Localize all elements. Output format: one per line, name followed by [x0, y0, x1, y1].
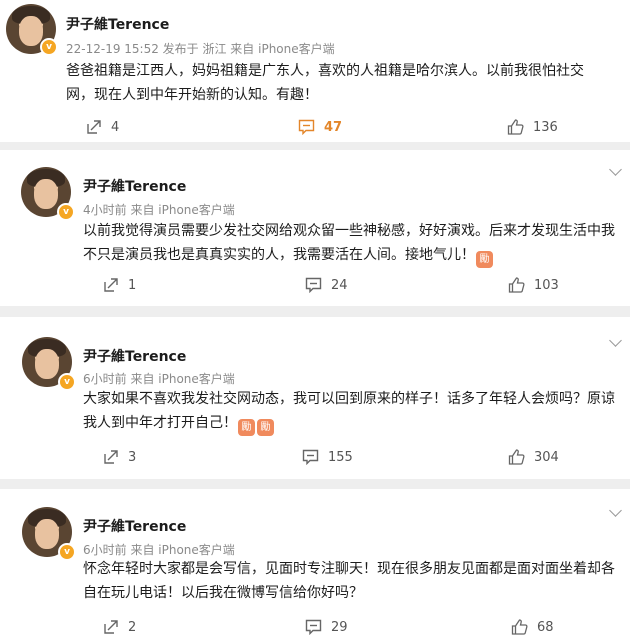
post-text: 大家如果不喜欢我发社交网动态，我可以回到原来的样子！话多了年轻人会烦吗？原谅 我… — [83, 387, 615, 436]
emoji-icon: 勵 — [476, 251, 493, 268]
repost-count: 1 — [128, 277, 137, 293]
weibo-post: v 尹子維Terence 6小时前 来自 iPhone客户端 大家如果不喜欢我发… — [0, 317, 630, 479]
repost-icon — [104, 620, 118, 634]
comment-count: 24 — [331, 277, 348, 293]
chevron-down-icon[interactable] — [609, 163, 622, 176]
repost-icon — [104, 278, 118, 292]
weibo-post: v 尹子維Terence 22-12-19 15:52 发布于 浙江 来自 iP… — [0, 0, 630, 142]
comment-count: 29 — [331, 619, 348, 635]
author-name[interactable]: 尹子維Terence — [66, 14, 169, 34]
verified-badge-icon: v — [57, 203, 75, 221]
like-count: 103 — [534, 277, 559, 293]
verified-badge-icon: v — [40, 38, 58, 56]
verified-badge-icon: v — [58, 543, 76, 561]
like-button[interactable]: 103 — [508, 277, 559, 293]
chevron-down-icon[interactable] — [609, 334, 622, 347]
emoji-icon: 勵 — [238, 419, 255, 436]
comment-icon — [302, 449, 319, 465]
comment-icon — [305, 277, 322, 293]
post-text: 怀念年轻时大家都是会写信，见面时专注聊天！现在很多朋友见面都是面对面坐着却各 自… — [83, 561, 615, 601]
comment-count: 47 — [324, 119, 343, 135]
emoji-icon: 勵 — [257, 419, 274, 436]
post-meta: 6小时前 来自 iPhone客户端 — [83, 372, 235, 386]
like-count: 68 — [537, 619, 554, 635]
repost-count: 4 — [111, 119, 120, 135]
weibo-post: v 尹子維Terence 6小时前 来自 iPhone客户端 怀念年轻时大家都是… — [0, 489, 630, 640]
comment-icon — [305, 619, 322, 635]
like-icon — [508, 277, 525, 293]
repost-icon — [104, 450, 118, 464]
repost-button[interactable]: 3 — [103, 449, 136, 465]
like-count: 304 — [534, 449, 559, 465]
like-button[interactable]: 68 — [511, 619, 554, 635]
like-count: 136 — [533, 119, 558, 135]
post-meta: 6小时前 来自 iPhone客户端 — [83, 543, 235, 557]
author-name[interactable]: 尹子維Terence — [83, 176, 186, 196]
like-icon — [508, 449, 525, 465]
author-name[interactable]: 尹子維Terence — [83, 346, 186, 366]
comment-button[interactable]: 29 — [305, 619, 348, 635]
author-name[interactable]: 尹子維Terence — [83, 516, 186, 536]
like-icon — [507, 119, 524, 135]
like-icon — [511, 619, 528, 635]
comment-button[interactable]: 24 — [305, 277, 348, 293]
post-meta: 4小时前 来自 iPhone客户端 — [83, 203, 235, 217]
repost-button[interactable]: 2 — [103, 619, 136, 635]
repost-count: 3 — [128, 449, 137, 465]
post-text: 爸爸祖籍是江西人，妈妈祖籍是广东人，喜欢的人祖籍是哈尔滨人。以前我很怕社交 网，… — [66, 63, 584, 103]
post-meta: 22-12-19 15:52 发布于 浙江 来自 iPhone客户端 — [66, 42, 335, 56]
comment-button[interactable]: 47 — [298, 119, 342, 135]
comment-icon — [298, 119, 315, 135]
chevron-down-icon[interactable] — [609, 504, 622, 517]
verified-badge-icon: v — [58, 373, 76, 391]
repost-count: 2 — [128, 619, 137, 635]
repost-button[interactable]: 1 — [103, 277, 136, 293]
weibo-post: v 尹子維Terence 4小时前 来自 iPhone客户端 以前我觉得演员需要… — [0, 150, 630, 306]
comment-button[interactable]: 155 — [302, 449, 353, 465]
repost-icon — [87, 120, 101, 134]
like-button[interactable]: 136 — [507, 119, 558, 135]
post-text: 以前我觉得演员需要少发社交网给观众留一些神秘感，好好演戏。后来才发现生活中我 不… — [83, 219, 615, 268]
repost-button[interactable]: 4 — [86, 119, 119, 135]
like-button[interactable]: 304 — [508, 449, 559, 465]
comment-count: 155 — [328, 449, 353, 465]
